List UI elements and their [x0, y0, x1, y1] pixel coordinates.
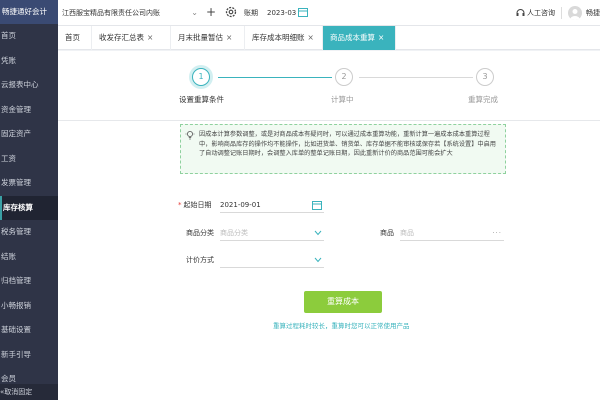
close-icon[interactable]: ×: [226, 33, 232, 42]
calendar-icon[interactable]: [298, 7, 308, 17]
tab-1[interactable]: 首页: [58, 26, 92, 50]
sidebar-item[interactable]: 首页: [0, 24, 58, 49]
step-indicator: 1 2 3 设置重算条件 计算中 重算完成: [58, 51, 600, 121]
start-date-input[interactable]: 2021-09-01: [220, 198, 324, 213]
user-icon: [570, 9, 580, 20]
support-link[interactable]: 人工咨询: [516, 6, 555, 20]
tab-bar: 首页 收发存汇总表 × 月末批量暂估 × 库存成本明细账 × 商品成本重算 ×: [58, 26, 600, 50]
sidebar-item[interactable]: 工资: [0, 147, 58, 172]
start-date-value: 2021-09-01: [220, 201, 261, 209]
tab-3[interactable]: 月末批量暂估 ×: [171, 26, 245, 50]
sidebar-item[interactable]: 云报表中心: [0, 73, 58, 98]
pricing-method-label: 计价方式: [186, 256, 214, 264]
sidebar-item[interactable]: 凭账: [0, 49, 58, 74]
sidebar-item[interactable]: 结账: [0, 245, 58, 270]
company-name: 江西服宝精品有限责任公司内账: [62, 9, 160, 17]
close-icon[interactable]: ×: [308, 33, 314, 42]
start-date-label: * 起始日期: [178, 201, 212, 209]
period-label: 账期: [244, 9, 258, 17]
product-input[interactable]: 商品 ···: [400, 226, 504, 241]
category-placeholder: 商品分类: [220, 229, 248, 237]
top-header: 江西服宝精品有限责任公司内账 ⌄ + 账期 2023-03 人工咨询 畅捷: [58, 0, 600, 26]
chevron-down-icon: [314, 257, 322, 263]
tab-label: 收发存汇总表: [99, 33, 144, 42]
sidebar-item[interactable]: 基础设置: [0, 318, 58, 343]
tab-label: 库存成本明细账: [252, 33, 305, 42]
step-1-circle: 1: [192, 68, 210, 86]
sidebar: 畅捷通好会计 首页 凭账 云报表中心 资金管理 固定资产 工资 发票管理 库存核算 税务管理 结账…: [0, 0, 58, 400]
step-3-label: 重算完成: [468, 95, 498, 104]
step-3-circle: 3: [476, 68, 494, 86]
main-panel: 1 2 3 设置重算条件 计算中 重算完成 因成本计算参数调整，或是对商品成本有…: [58, 51, 600, 400]
step-connector: [218, 77, 332, 78]
calendar-icon[interactable]: [312, 200, 322, 210]
sidebar-item[interactable]: 税务管理: [0, 220, 58, 245]
pricing-method-select[interactable]: [220, 253, 324, 268]
close-icon[interactable]: ×: [147, 33, 153, 42]
lightbulb-icon: [185, 130, 195, 140]
gear-icon[interactable]: [224, 5, 238, 19]
chevron-down-icon: [314, 230, 322, 236]
chevron-down-icon: ⌄: [191, 8, 198, 17]
company-selector[interactable]: 江西服宝精品有限责任公司内账 ⌄: [62, 6, 200, 20]
sidebar-item[interactable]: 小畅报销: [0, 294, 58, 319]
period-value[interactable]: 2023-03: [267, 6, 296, 20]
product-placeholder: 商品: [400, 229, 414, 237]
tab-label: 首页: [65, 33, 80, 42]
tab-label: 月末批量暂估: [178, 33, 223, 42]
app-brand: 畅捷通好会计: [0, 0, 58, 24]
step-1-label: 设置重算条件: [179, 95, 224, 104]
category-select[interactable]: 商品分类: [220, 226, 324, 241]
sidebar-item[interactable]: 资金管理: [0, 98, 58, 123]
step-2-label: 计算中: [331, 95, 354, 104]
avatar[interactable]: [568, 6, 582, 20]
notice-text: 因成本计算参数调整，或是对商品成本有疑问时，可以通过成本重算功能，重新计算一遍成…: [199, 131, 496, 158]
close-icon[interactable]: ×: [378, 33, 384, 42]
tab-4[interactable]: 库存成本明细账 ×: [245, 26, 323, 50]
sidebar-item[interactable]: 新手引导: [0, 343, 58, 368]
sidebar-item[interactable]: 发票管理: [0, 171, 58, 196]
step-connector: [359, 77, 473, 78]
category-label: 商品分类: [186, 229, 214, 237]
user-name[interactable]: 畅捷: [586, 6, 600, 20]
add-button[interactable]: +: [206, 4, 216, 20]
divider: [561, 7, 562, 19]
notice-box: 因成本计算参数调整，或是对商品成本有疑问时，可以通过成本重算功能，重新计算一遍成…: [180, 124, 506, 174]
tab-2[interactable]: 收发存汇总表 ×: [92, 26, 171, 50]
tab-label: 商品成本重算: [330, 33, 375, 42]
sidebar-item[interactable]: 库存核算: [0, 195, 58, 220]
product-label: 商品: [380, 229, 394, 237]
sidebar-menu: 首页 凭账 云报表中心 资金管理 固定资产 工资 发票管理 库存核算 税务管理 结账 归档管理 小畅报…: [0, 24, 58, 392]
recalculate-cost-button[interactable]: 重算成本: [304, 291, 382, 313]
tab-5[interactable]: 商品成本重算 ×: [323, 26, 396, 50]
sidebar-item[interactable]: 归档管理: [0, 269, 58, 294]
support-label: 人工咨询: [527, 9, 555, 17]
step-2-circle: 2: [335, 68, 353, 86]
sidebar-item[interactable]: 固定资产: [0, 122, 58, 147]
headset-icon: [516, 9, 525, 16]
unpin-sidebar-button[interactable]: «取消固定: [0, 384, 58, 400]
more-icon[interactable]: ···: [492, 226, 502, 240]
recalc-hint: 重算过程耗时较长，重算时您可以正常使用产品: [273, 322, 410, 330]
